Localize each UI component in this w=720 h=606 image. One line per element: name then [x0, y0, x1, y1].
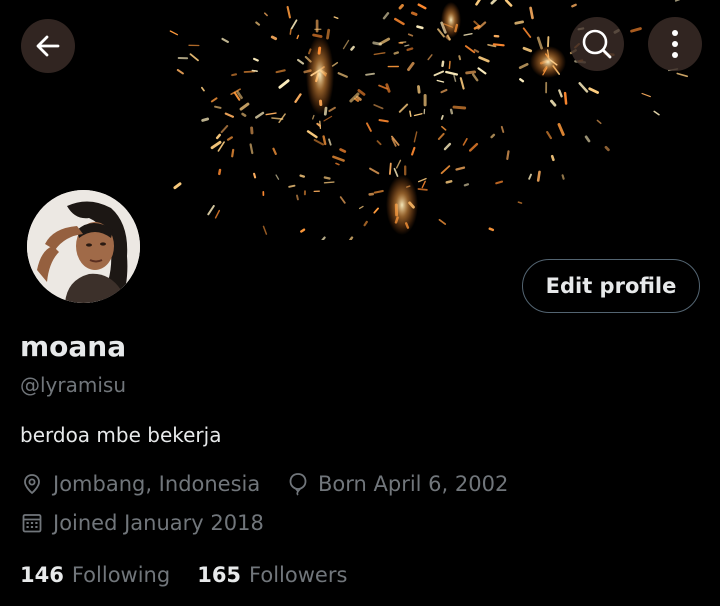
firework-spark	[323, 176, 331, 180]
following-label: Following	[71, 563, 171, 587]
firework-spark	[449, 108, 454, 115]
firework-spark	[289, 28, 292, 35]
arrow-left-icon	[36, 35, 60, 57]
firework-spark	[417, 188, 428, 191]
firework-spark	[253, 172, 257, 179]
followers-count: 165	[197, 563, 242, 587]
firework-spark	[519, 78, 525, 83]
location-text: Jombang, Indonesia	[53, 472, 261, 496]
firework-spark	[365, 72, 375, 76]
firework-spark	[506, 150, 510, 160]
firework-spark	[571, 3, 577, 8]
firework-spark	[448, 60, 451, 70]
firework-spark	[406, 47, 414, 52]
firework-spark	[322, 135, 327, 146]
firework-spark	[465, 70, 477, 75]
firework-spark	[218, 168, 222, 176]
birthdate-text: Born April 6, 2002	[318, 472, 509, 496]
firework-spark	[339, 148, 347, 153]
firework-spark	[323, 181, 335, 184]
firework-spark	[388, 162, 392, 175]
firework-spark	[201, 117, 210, 122]
following-link[interactable]: 146 Following	[20, 563, 170, 587]
firework-spark	[300, 228, 306, 233]
firework-spark	[452, 105, 467, 110]
firework-spark	[243, 70, 256, 73]
firework-spark	[517, 201, 523, 204]
balloon-icon	[289, 473, 307, 496]
firework-spark	[441, 60, 445, 68]
firework-spark	[271, 117, 284, 120]
firework-spark	[231, 148, 235, 158]
firework-spark	[299, 174, 306, 178]
firework-spark	[416, 25, 424, 30]
firework-spark	[409, 110, 412, 118]
location-info: Jombang, Indonesia	[21, 469, 260, 499]
location-pin-icon	[24, 474, 40, 495]
firework-spark	[214, 105, 222, 109]
firework-spark	[561, 174, 565, 180]
firework-spark	[458, 55, 462, 61]
calendar-icon	[22, 514, 42, 533]
firework-spark	[350, 45, 355, 51]
firework-spark	[463, 183, 470, 187]
avatar-image	[27, 190, 140, 303]
firework-spark	[488, 227, 495, 232]
avatar[interactable]	[24, 187, 143, 306]
firework-spark	[270, 35, 278, 41]
firework-spark	[372, 41, 382, 46]
firework-spark	[356, 95, 362, 101]
birthdate-info: Born April 6, 2002	[288, 469, 508, 499]
firework-spark	[440, 115, 444, 120]
firework-spark	[251, 69, 258, 72]
firework-spark	[288, 184, 296, 188]
firework-spark	[378, 119, 389, 123]
firework-spark	[231, 73, 238, 77]
firework-spark	[410, 11, 418, 16]
firework-spark	[241, 112, 247, 117]
username-handle: @lyramisu	[20, 373, 127, 397]
search-button[interactable]	[570, 17, 624, 71]
edit-profile-button[interactable]: Edit profile	[522, 259, 700, 313]
firework-spark	[604, 145, 610, 152]
firework-spark	[399, 41, 407, 44]
followers-link[interactable]: 165 Followers	[197, 563, 347, 587]
follow-stats: 146 Following 165 Followers	[20, 560, 374, 590]
firework-spark	[563, 91, 568, 105]
firework-spark	[253, 57, 259, 62]
firework-spark	[417, 85, 421, 94]
display-name: moana	[20, 330, 127, 363]
firework-spark	[536, 170, 541, 182]
firework-spark	[393, 51, 399, 55]
search-icon	[582, 29, 612, 59]
firework-spark	[296, 194, 299, 201]
firework-spark	[529, 6, 534, 20]
firework-spark	[445, 180, 453, 184]
back-button[interactable]	[21, 19, 75, 73]
firework-spark	[326, 28, 331, 40]
firework-spark	[514, 20, 524, 25]
firework-spark	[492, 43, 505, 47]
more-options-button[interactable]	[648, 17, 702, 71]
joined-text: Joined January 2018	[53, 511, 264, 535]
firework-spark	[490, 133, 496, 139]
followers-label: Followers	[249, 563, 348, 587]
more-vertical-icon	[672, 30, 678, 58]
following-count: 146	[20, 563, 64, 587]
firework-spark	[335, 162, 340, 166]
firework-spark	[398, 4, 404, 10]
firework-spark	[550, 154, 555, 162]
profile-bio: berdoa mbe bekerja	[20, 423, 222, 447]
joined-info: Joined January 2018	[21, 508, 264, 538]
